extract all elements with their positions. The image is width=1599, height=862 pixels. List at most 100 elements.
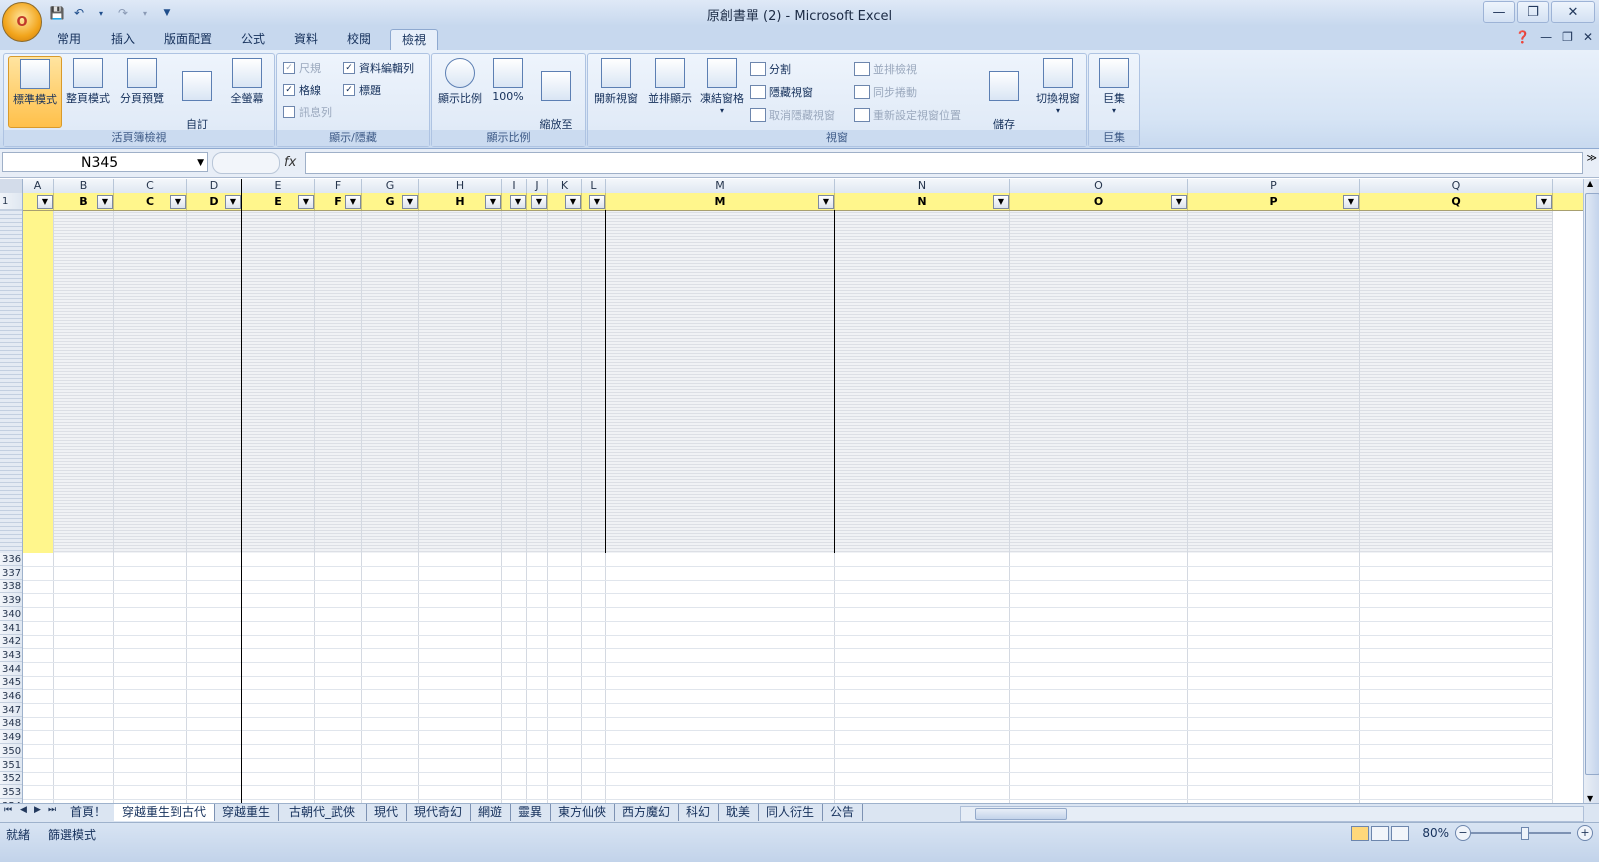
- close-icon[interactable]: ✕: [1551, 1, 1595, 23]
- sheet-tab[interactable]: 公告: [822, 804, 863, 821]
- column-header-c[interactable]: C: [114, 179, 187, 193]
- filter-dropdown-icon[interactable]: ▼: [589, 195, 605, 209]
- first-sheet-icon[interactable]: ⏮: [4, 805, 12, 815]
- row-header-352[interactable]: 352: [0, 772, 22, 786]
- view-side-by-side-button[interactable]: 並排檢視: [854, 61, 917, 77]
- header-cell-p[interactable]: P: [1188, 193, 1360, 210]
- vertical-scroll-thumb[interactable]: [1585, 193, 1599, 775]
- office-button[interactable]: O: [2, 2, 42, 42]
- page-break-preview-button[interactable]: 分頁預覽: [116, 56, 168, 126]
- column-header-g[interactable]: G: [362, 179, 419, 193]
- page-break-status-icon[interactable]: [1391, 826, 1409, 841]
- row-header-337[interactable]: 337: [0, 567, 22, 580]
- zoom-out-icon[interactable]: −: [1455, 825, 1471, 841]
- sheet-tab[interactable]: 耽美: [718, 804, 759, 821]
- horizontal-scrollbar[interactable]: [960, 806, 1584, 822]
- unhide-window-button[interactable]: 取消隱藏視窗: [750, 107, 835, 123]
- expand-formula-bar-icon[interactable]: ≫: [1587, 153, 1597, 164]
- restore-icon[interactable]: ❐: [1517, 1, 1549, 23]
- column-header-h[interactable]: H: [419, 179, 502, 193]
- headings-checkbox[interactable]: ✓ 標題: [343, 82, 381, 98]
- filter-dropdown-icon[interactable]: ▼: [1536, 195, 1552, 209]
- sheet-tab[interactable]: 東方仙俠: [550, 804, 615, 821]
- filter-dropdown-icon[interactable]: ▼: [345, 195, 361, 209]
- filter-dropdown-icon[interactable]: ▼: [402, 195, 418, 209]
- full-screen-button[interactable]: 全螢幕: [224, 56, 270, 126]
- filter-dropdown-icon[interactable]: ▼: [510, 195, 526, 209]
- sheet-tab[interactable]: 古朝代_武俠: [278, 804, 367, 821]
- zoom-in-icon[interactable]: +: [1577, 825, 1593, 841]
- column-header-d[interactable]: D: [187, 179, 242, 193]
- macros-button[interactable]: 巨集 ▾: [1091, 56, 1137, 126]
- name-box-dropdown-icon[interactable]: ▼: [197, 153, 204, 173]
- row-header-347[interactable]: 347: [0, 704, 22, 717]
- minimize-workbook-icon[interactable]: —: [1540, 30, 1552, 44]
- column-header-q[interactable]: Q: [1360, 179, 1553, 193]
- tab-view[interactable]: 檢視: [390, 29, 438, 50]
- column-header-f[interactable]: F: [315, 179, 362, 193]
- row-header-346[interactable]: 346: [0, 690, 22, 703]
- sheet-tab[interactable]: 同人衍生: [758, 804, 823, 821]
- header-cell-q[interactable]: Q: [1360, 193, 1553, 210]
- filter-dropdown-icon[interactable]: ▼: [1343, 195, 1359, 209]
- tab-review[interactable]: 校閱: [340, 29, 378, 49]
- arrange-all-button[interactable]: 並排顯示: [644, 56, 696, 126]
- row-header-353[interactable]: 353: [0, 786, 22, 799]
- filter-dropdown-icon[interactable]: ▼: [818, 195, 834, 209]
- column-header-b[interactable]: B: [54, 179, 114, 193]
- column-header-e[interactable]: E: [242, 179, 315, 193]
- row-header-343[interactable]: 343: [0, 649, 22, 662]
- last-sheet-icon[interactable]: ⏭: [48, 805, 56, 815]
- tab-insert[interactable]: 插入: [104, 29, 142, 49]
- scroll-up-icon[interactable]: ▲: [1587, 179, 1593, 188]
- tab-data[interactable]: 資料: [287, 29, 325, 49]
- split-button[interactable]: 分割: [750, 61, 791, 77]
- column-header-n[interactable]: N: [835, 179, 1010, 193]
- sheet-tab[interactable]: 現代: [366, 804, 407, 821]
- filter-dropdown-icon[interactable]: ▼: [485, 195, 501, 209]
- zoom-level[interactable]: 80%: [1422, 826, 1449, 840]
- zoom-slider-knob[interactable]: [1521, 827, 1529, 840]
- filter-dropdown-icon[interactable]: ▼: [298, 195, 314, 209]
- tab-home[interactable]: 常用: [50, 29, 88, 49]
- horizontal-scroll-thumb[interactable]: [975, 808, 1067, 820]
- message-bar-checkbox[interactable]: 訊息列: [283, 104, 332, 120]
- column-header-a[interactable]: A: [22, 179, 54, 193]
- scroll-down-icon[interactable]: ▼: [1587, 794, 1593, 803]
- zoom-100-button[interactable]: 100%: [488, 56, 528, 126]
- column-header-p[interactable]: P: [1188, 179, 1360, 193]
- page-layout-status-icon[interactable]: [1371, 826, 1389, 841]
- row-header-338[interactable]: 338: [0, 580, 22, 594]
- minimize-icon[interactable]: —: [1483, 1, 1515, 23]
- filter-dropdown-icon[interactable]: ▼: [565, 195, 581, 209]
- sheet-tab[interactable]: 科幻: [678, 804, 719, 821]
- sheet-tab[interactable]: 穿越重生到古代: [114, 804, 215, 821]
- sheet-tab[interactable]: 現代奇幻: [406, 804, 471, 821]
- reset-window-position-button[interactable]: 重新設定視窗位置: [854, 107, 961, 123]
- formula-input[interactable]: [305, 152, 1583, 174]
- hide-window-button[interactable]: 隱藏視窗: [750, 84, 813, 100]
- sheet-tab[interactable]: 靈異: [510, 804, 551, 821]
- column-header-j[interactable]: J: [527, 179, 548, 193]
- tab-formulas[interactable]: 公式: [234, 29, 272, 49]
- formula-bar-divider-handle[interactable]: [212, 152, 280, 174]
- close-workbook-icon[interactable]: ✕: [1583, 30, 1593, 44]
- filter-dropdown-icon[interactable]: ▼: [993, 195, 1009, 209]
- zoom-to-selection-button[interactable]: 縮放至 選取範圍: [530, 56, 582, 147]
- filter-dropdown-icon[interactable]: ▼: [170, 195, 186, 209]
- row-header-345[interactable]: 345: [0, 676, 22, 690]
- normal-view-button[interactable]: 標準模式: [8, 56, 62, 128]
- filter-dropdown-icon[interactable]: ▼: [37, 195, 53, 209]
- name-box[interactable]: N345 ▼: [2, 152, 208, 172]
- row-header-341[interactable]: 341: [0, 622, 22, 635]
- select-all-corner[interactable]: [0, 179, 22, 193]
- gridlines-checkbox[interactable]: ✓ 格線: [283, 82, 321, 98]
- row-header-351[interactable]: 351: [0, 759, 22, 772]
- synchronous-scrolling-button[interactable]: 同步捲動: [854, 84, 917, 100]
- custom-views-button[interactable]: 自訂 檢視模式: [172, 56, 222, 147]
- row-header-340[interactable]: 340: [0, 608, 22, 621]
- row-header-336[interactable]: 336: [0, 553, 22, 566]
- filter-dropdown-icon[interactable]: ▼: [97, 195, 113, 209]
- save-workspace-button[interactable]: 儲存 工作環境: [978, 56, 1030, 147]
- worksheet-grid[interactable]: ABCDEFGHIJKLMNOPQ ▼B▼C▼D▼E▼F▼G▼H▼I▼▼▼▼M▼…: [0, 179, 1583, 803]
